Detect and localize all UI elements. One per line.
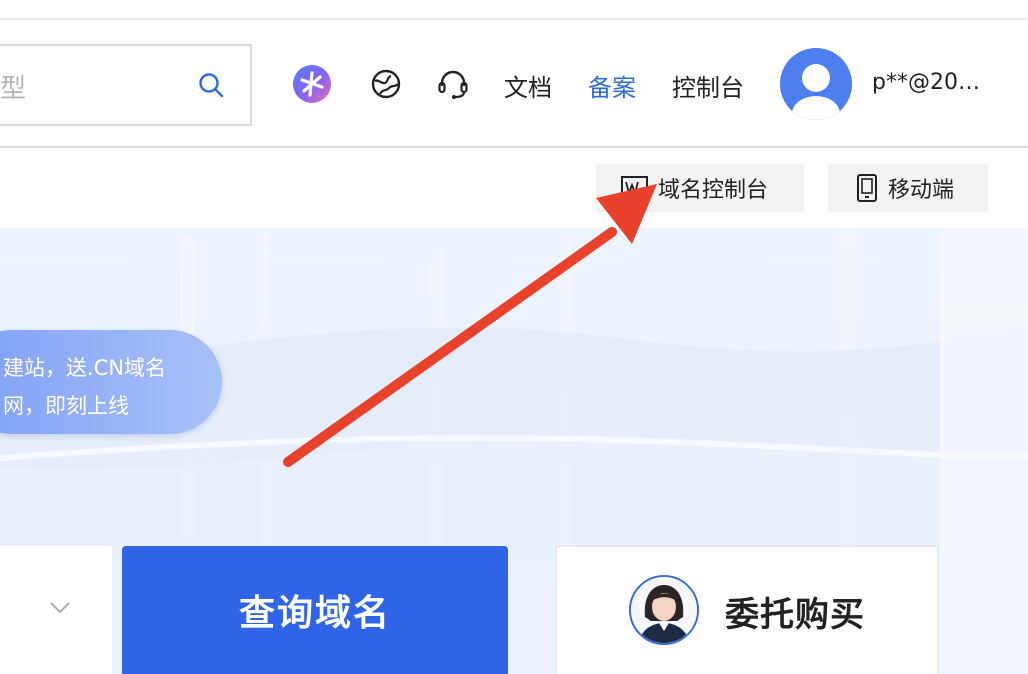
query-domain-button[interactable]: 查询域名 (122, 546, 508, 674)
entrust-purchase-button[interactable]: 委托购买 (556, 546, 938, 674)
query-domain-label: 查询域名 (238, 593, 391, 634)
agent-portrait-icon (631, 577, 697, 643)
domain-console-icon (621, 176, 648, 200)
domain-console-button[interactable]: 域名控制台 (596, 164, 804, 212)
username[interactable]: p**@20… (872, 70, 980, 95)
promo-bubble[interactable]: 建站，送.CN域名 网，即刻上线 (0, 330, 222, 434)
mobile-label: 移动端 (888, 178, 955, 203)
user-silhouette-icon (780, 48, 852, 120)
avatar[interactable] (780, 48, 852, 120)
mobile-button[interactable]: 移动端 (828, 164, 988, 212)
globe-icon[interactable] (366, 64, 406, 104)
nav-console[interactable]: 控制台 (672, 68, 744, 103)
promo-line-2: 网，即刻上线 (3, 394, 129, 418)
search-icon[interactable] (198, 72, 224, 98)
headset-icon[interactable] (433, 64, 473, 104)
mobile-phone-icon (857, 174, 877, 202)
nav-docs[interactable]: 文档 (504, 68, 552, 103)
nav-icp-filing[interactable]: 备案 (588, 68, 636, 103)
promo-line-1: 建站，送.CN域名 (3, 356, 167, 380)
domain-console-label: 域名控制台 (658, 178, 769, 203)
ai-assistant-icon[interactable] (292, 64, 332, 104)
agent-avatar (629, 575, 699, 645)
search-input-text: 型 (0, 74, 27, 104)
chevron-down-icon[interactable] (48, 600, 72, 616)
entrust-purchase-label: 委托购买 (725, 595, 865, 635)
search-input[interactable]: 型 (0, 44, 252, 126)
